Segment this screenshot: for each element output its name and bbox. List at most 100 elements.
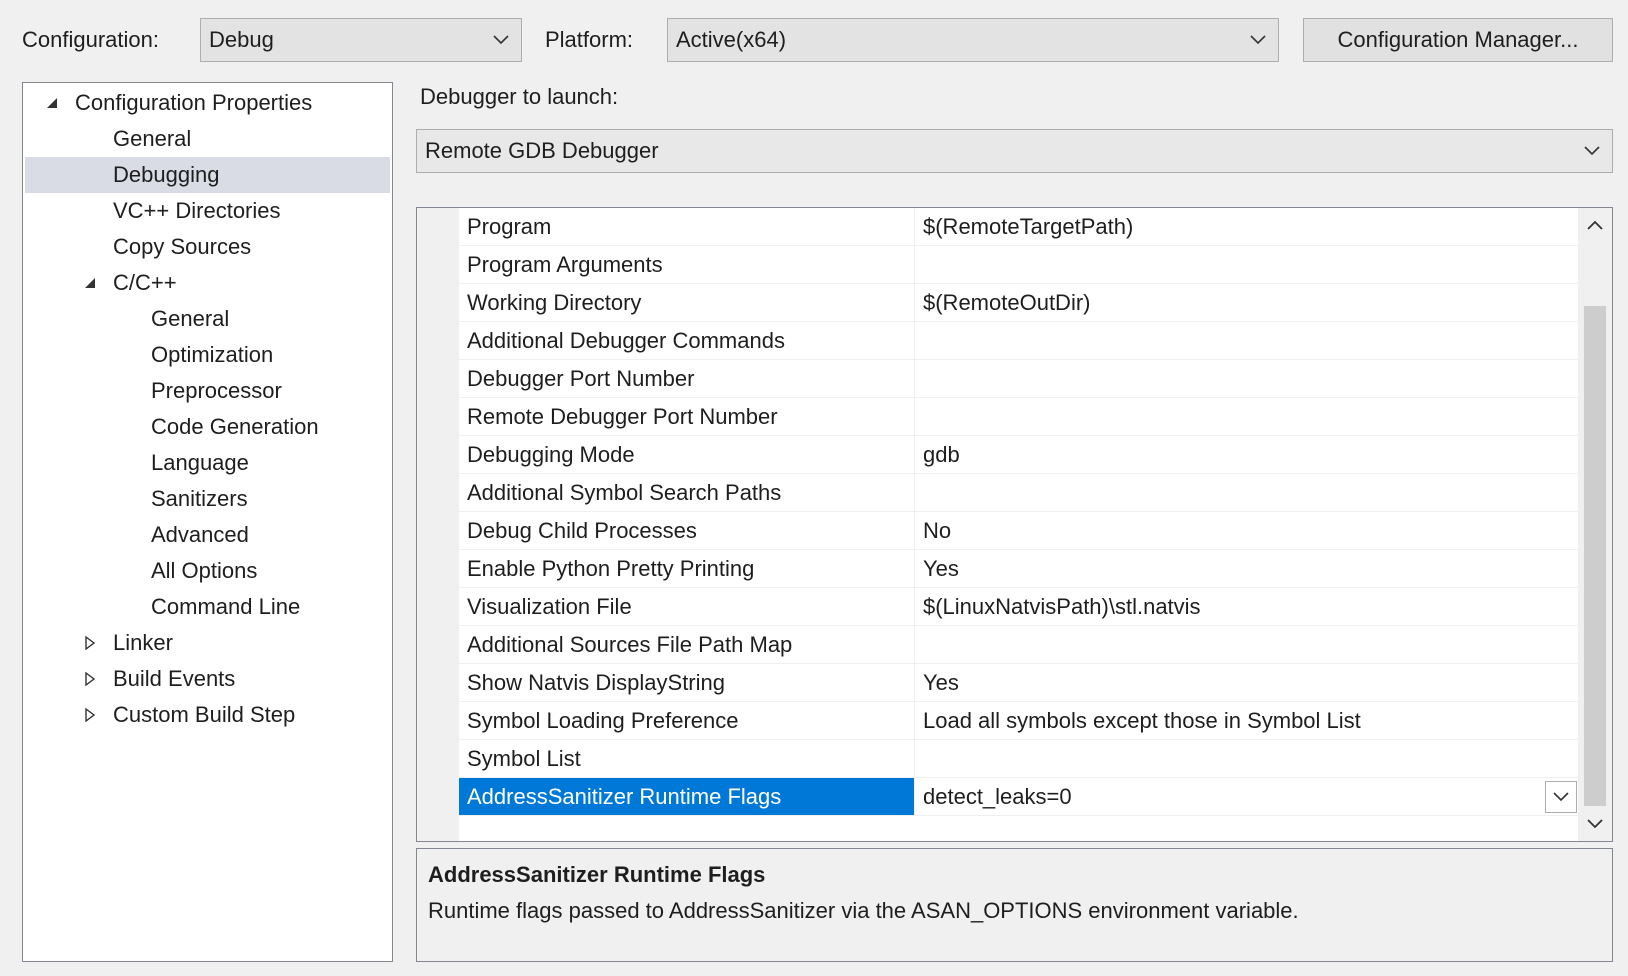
tree-item-label: Sanitizers — [151, 486, 248, 511]
property-row[interactable]: Debugging Mode gdb — [459, 436, 1579, 474]
chevron-down-icon — [1582, 130, 1602, 172]
property-row[interactable]: Symbol Loading Preference Load all symbol… — [459, 702, 1579, 740]
property-row[interactable]: Enable Python Pretty Printing Yes — [459, 550, 1579, 588]
tree-item[interactable]: Linker — [25, 625, 390, 661]
debugger-value: Remote GDB Debugger — [425, 138, 659, 163]
tree-item[interactable]: VC++ Directories — [25, 193, 390, 229]
tree-item[interactable]: Language — [25, 445, 390, 481]
triangle-expanded-icon[interactable] — [45, 85, 59, 121]
configuration-manager-button[interactable]: Configuration Manager... — [1303, 18, 1613, 62]
property-name: Debugger Port Number — [459, 360, 915, 397]
property-row[interactable]: Debugger Port Number — [459, 360, 1579, 398]
property-value[interactable]: $(RemoteTargetPath) — [915, 208, 1579, 245]
description-text: Runtime flags passed to AddressSanitizer… — [428, 898, 1299, 923]
property-value[interactable]: Yes — [915, 550, 1579, 587]
vertical-scrollbar[interactable] — [1578, 208, 1612, 841]
tree-item[interactable]: General — [25, 121, 390, 157]
tree-item-label: General — [113, 126, 192, 151]
tree-item[interactable]: Configuration Properties — [25, 85, 390, 121]
property-name: Enable Python Pretty Printing — [459, 550, 915, 587]
property-value[interactable]: No — [915, 512, 1579, 549]
property-row[interactable]: Symbol List — [459, 740, 1579, 778]
tree-item-label: Preprocessor — [151, 378, 282, 403]
property-row[interactable]: Program $(RemoteTargetPath) — [459, 208, 1579, 246]
triangle-collapsed-icon[interactable] — [83, 661, 97, 697]
chevron-down-icon[interactable] — [1545, 781, 1577, 813]
tree-item[interactable]: Build Events — [25, 661, 390, 697]
tree-item-label: Command Line — [151, 594, 301, 619]
tree-item-label: Custom Build Step — [113, 702, 296, 727]
tree-item-label: Linker — [113, 630, 173, 655]
property-grid: Program $(RemoteTargetPath) Program Argume… — [416, 207, 1613, 842]
tree-item[interactable]: Sanitizers — [25, 481, 390, 517]
property-row[interactable]: Additional Sources File Path Map — [459, 626, 1579, 664]
tree-item-label: All Options — [151, 558, 258, 583]
debugger-combo[interactable]: Remote GDB Debugger — [416, 129, 1613, 173]
property-value[interactable] — [915, 626, 1579, 663]
property-name: Program — [459, 208, 915, 245]
tree-item-label: Language — [151, 450, 249, 475]
configuration-combo[interactable]: Debug — [200, 18, 522, 62]
property-value[interactable] — [915, 474, 1579, 511]
chevron-down-icon — [1248, 19, 1268, 61]
tree-item[interactable]: Optimization — [25, 337, 390, 373]
tree-item[interactable]: Preprocessor — [25, 373, 390, 409]
property-value[interactable] — [915, 740, 1579, 777]
tree-item-label: VC++ Directories — [113, 198, 281, 223]
property-name: Working Directory — [459, 284, 915, 321]
platform-combo[interactable]: Active(x64) — [667, 18, 1279, 62]
property-row[interactable]: Show Natvis DisplayString Yes — [459, 664, 1579, 702]
tree-item[interactable]: Custom Build Step — [25, 697, 390, 733]
property-row[interactable]: Program Arguments — [459, 246, 1579, 284]
tree-item[interactable]: Copy Sources — [25, 229, 390, 265]
property-value[interactable]: gdb — [915, 436, 1579, 473]
property-value[interactable]: $(RemoteOutDir) — [915, 284, 1579, 321]
property-name: Additional Sources File Path Map — [459, 626, 915, 663]
tree-item-label: Copy Sources — [113, 234, 252, 259]
tree-item[interactable]: Command Line — [25, 589, 390, 625]
property-row[interactable]: Additional Symbol Search Paths — [459, 474, 1579, 512]
property-value[interactable] — [915, 360, 1579, 397]
tree-item-label: Build Events — [113, 666, 236, 691]
property-row[interactable]: Debug Child Processes No — [459, 512, 1579, 550]
tree-item-label: C/C++ — [113, 270, 177, 295]
triangle-collapsed-icon[interactable] — [83, 625, 97, 661]
property-value[interactable] — [915, 322, 1579, 359]
property-row[interactable]: AddressSanitizer Runtime Flags detect_lea… — [459, 778, 1579, 816]
triangle-expanded-icon[interactable] — [83, 265, 97, 301]
property-row[interactable]: Working Directory $(RemoteOutDir) — [459, 284, 1579, 322]
chevron-up-icon[interactable] — [1578, 208, 1612, 242]
property-value[interactable]: Yes — [915, 664, 1579, 701]
tree-item-label: Code Generation — [151, 414, 319, 439]
chevron-down-icon — [491, 19, 511, 61]
scrollbar-thumb[interactable] — [1584, 306, 1606, 806]
property-row[interactable]: Visualization File $(LinuxNatvisPath)\stl… — [459, 588, 1579, 626]
tree-item[interactable]: Code Generation — [25, 409, 390, 445]
platform-value: Active(x64) — [676, 27, 787, 52]
property-row[interactable]: Remote Debugger Port Number — [459, 398, 1579, 436]
property-value[interactable] — [915, 398, 1579, 435]
property-name: Debug Child Processes — [459, 512, 915, 549]
tree-item-label: Debugging — [113, 162, 220, 187]
tree-item[interactable]: C/C++ — [25, 265, 390, 301]
tree-item[interactable]: Debugging — [25, 157, 390, 193]
property-name: Debugging Mode — [459, 436, 915, 473]
triangle-collapsed-icon[interactable] — [83, 697, 97, 733]
property-name: Additional Symbol Search Paths — [459, 474, 915, 511]
property-name: Remote Debugger Port Number — [459, 398, 915, 435]
property-value[interactable] — [915, 246, 1579, 283]
configuration-value: Debug — [209, 27, 274, 52]
property-value[interactable]: Load all symbols except those in Symbol … — [915, 702, 1579, 739]
tree-item-label: Configuration Properties — [75, 90, 313, 115]
property-tree[interactable]: Configuration Properties General Debugging… — [22, 82, 393, 962]
tree-item[interactable]: Advanced — [25, 517, 390, 553]
tree-item-label: Optimization — [151, 342, 274, 367]
property-name: AddressSanitizer Runtime Flags — [459, 778, 915, 815]
chevron-down-icon[interactable] — [1578, 807, 1612, 841]
tree-item[interactable]: All Options — [25, 553, 390, 589]
property-value[interactable]: $(LinuxNatvisPath)\stl.natvis — [915, 588, 1579, 625]
tree-item[interactable]: General — [25, 301, 390, 337]
property-value[interactable]: detect_leaks=0 — [915, 778, 1579, 815]
property-name: Symbol List — [459, 740, 915, 777]
property-row[interactable]: Additional Debugger Commands — [459, 322, 1579, 360]
